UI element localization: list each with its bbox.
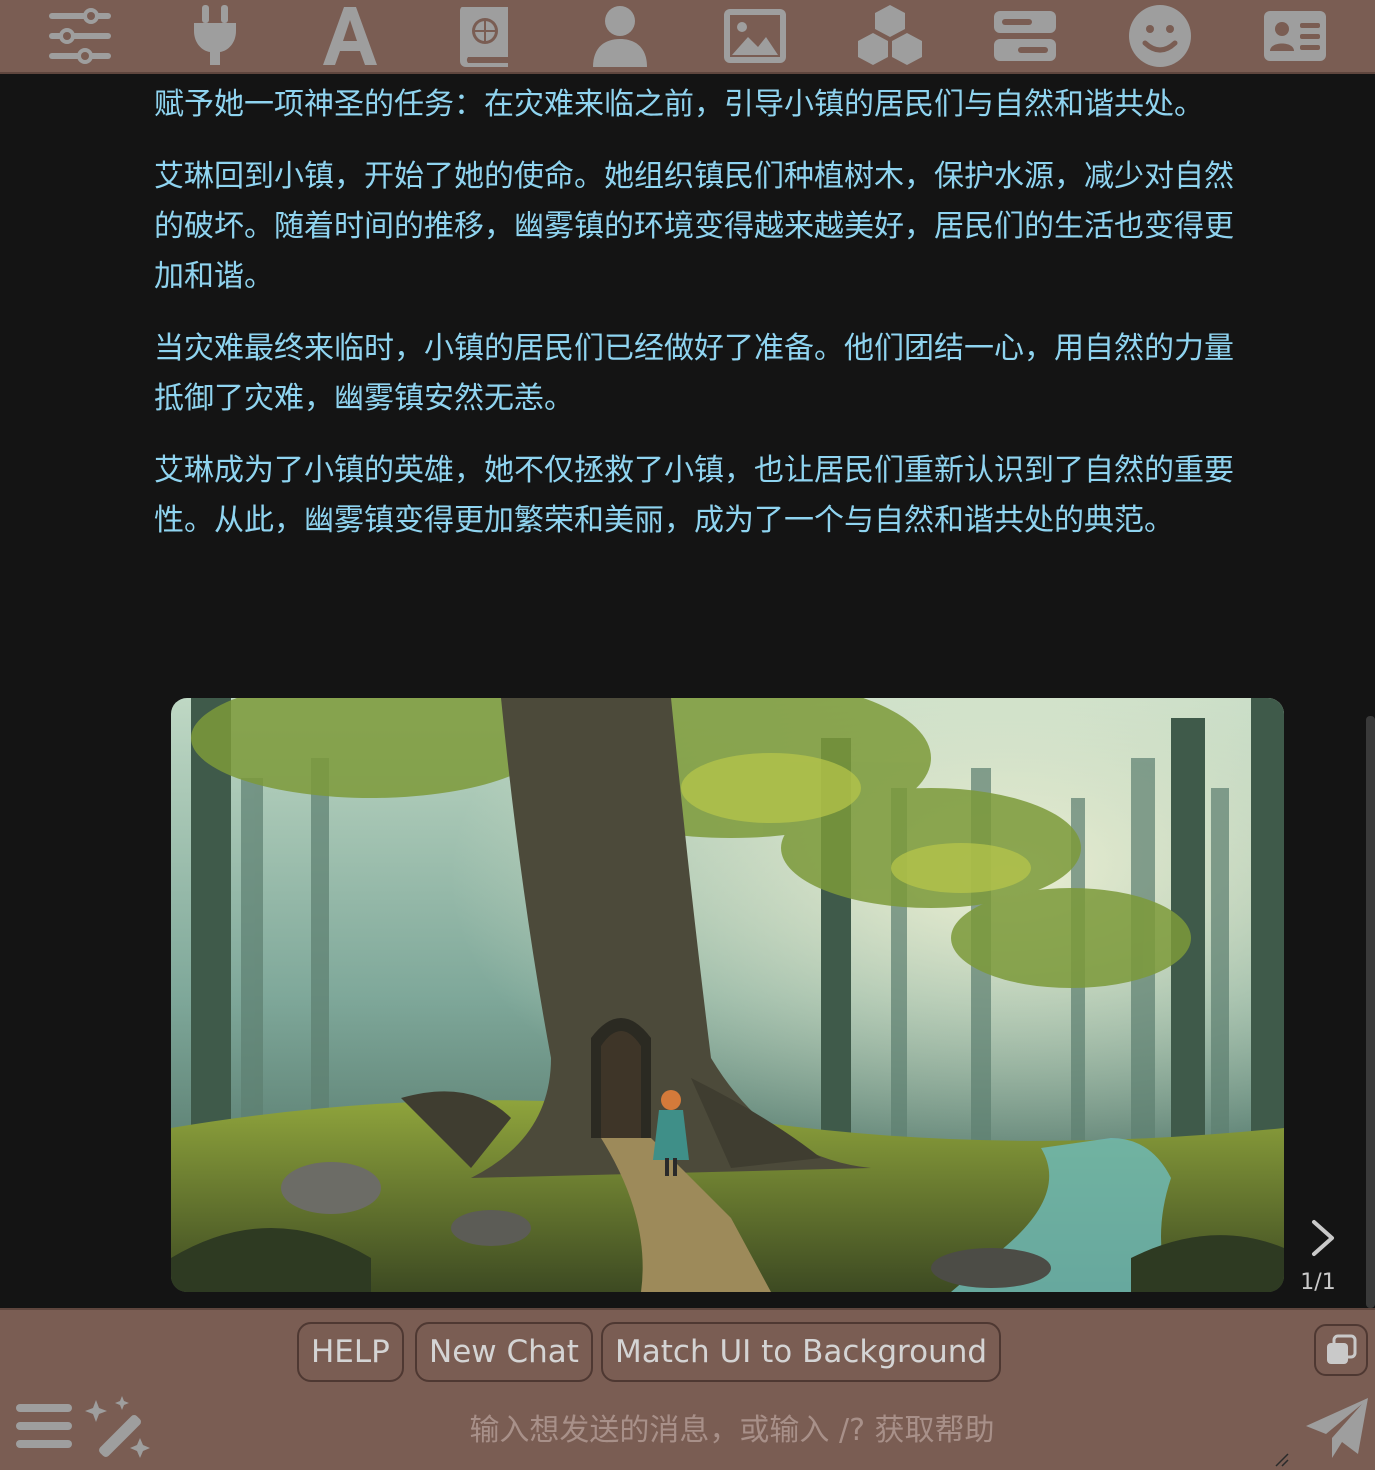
world-book-icon bbox=[459, 7, 508, 67]
forest-illustration bbox=[171, 698, 1284, 1292]
extensions-button[interactable] bbox=[851, 1, 929, 71]
message-paragraph: 当灾难最终来临时，小镇的居民们已经做好了准备。他们团结一心，用自然的力量抵御了灾… bbox=[154, 331, 1234, 416]
cubes-icon bbox=[858, 5, 923, 65]
new-chat-button[interactable]: New Chat bbox=[415, 1322, 593, 1382]
background-button[interactable] bbox=[716, 1, 794, 71]
advanced-formatting-button[interactable] bbox=[311, 1, 389, 71]
api-connections-button[interactable] bbox=[176, 1, 254, 71]
image-icon bbox=[724, 9, 787, 63]
plug-icon bbox=[193, 5, 236, 65]
image-counter: 1/1 bbox=[1300, 1270, 1336, 1295]
message-paragraph: 艾琳回到小镇，开始了她的使命。她组织镇民们种植树木，保护水源，减少对自然的破坏。… bbox=[154, 159, 1234, 294]
resize-handle-icon[interactable] bbox=[1274, 1452, 1290, 1468]
sliders-icon bbox=[48, 8, 111, 64]
world-info-button[interactable] bbox=[446, 1, 524, 71]
copy-icon bbox=[1327, 1334, 1357, 1364]
match-ui-to-background-button[interactable]: Match UI to Background bbox=[601, 1322, 1002, 1382]
top-toolbar bbox=[0, 0, 1375, 74]
message-paragraph: 艾琳成为了小镇的英雄，她不仅拯救了小镇，也让居民们重新认识到了自然的重要性。从此… bbox=[154, 453, 1234, 538]
options-menu-icon[interactable] bbox=[14, 1398, 74, 1454]
message-input[interactable] bbox=[300, 1402, 1164, 1458]
id-card-icon bbox=[1264, 11, 1327, 61]
ai-settings-button[interactable] bbox=[41, 1, 119, 71]
magic-wand-icon[interactable] bbox=[82, 1394, 154, 1460]
chevron-right-icon bbox=[1312, 1220, 1334, 1256]
smiley-icon bbox=[1129, 5, 1192, 67]
generated-image[interactable] bbox=[171, 698, 1284, 1292]
font-icon bbox=[322, 7, 377, 65]
copy-button[interactable] bbox=[1314, 1324, 1368, 1376]
input-panel: HELP New Chat Match UI to Background bbox=[0, 1308, 1375, 1470]
help-button[interactable]: HELP bbox=[297, 1322, 404, 1382]
chat-area: 赋予她一项神圣的任务：在灾难来临之前，引导小镇的居民们与自然和谐共处。 艾琳回到… bbox=[0, 76, 1375, 1308]
message-text: 赋予她一项神圣的任务：在灾难来临之前，引导小镇的居民们与自然和谐共处。 艾琳回到… bbox=[154, 80, 1244, 568]
send-icon[interactable] bbox=[1302, 1394, 1372, 1464]
character-management-button[interactable] bbox=[1121, 1, 1199, 71]
message-paragraph: 赋予她一项神圣的任务：在灾难来临之前，引导小镇的居民们与自然和谐共处。 bbox=[154, 87, 1204, 122]
character-card-button[interactable] bbox=[1256, 1, 1334, 71]
server-icon bbox=[994, 11, 1057, 61]
user-settings-button[interactable] bbox=[986, 1, 1064, 71]
next-image-button[interactable] bbox=[1300, 1216, 1344, 1260]
persona-button[interactable] bbox=[581, 1, 659, 71]
user-icon bbox=[592, 6, 647, 67]
chat-scrollbar[interactable] bbox=[1366, 716, 1375, 1308]
